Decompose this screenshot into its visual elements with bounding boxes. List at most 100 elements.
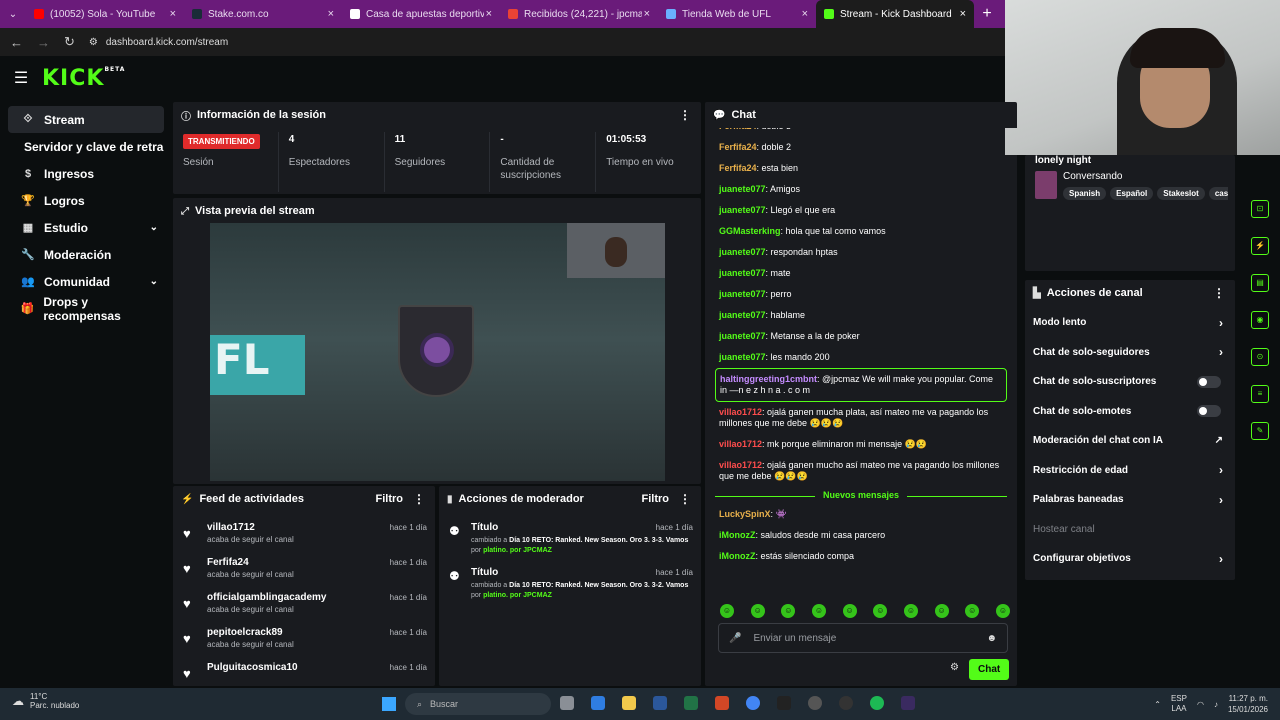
stream-tag[interactable]: Español — [1110, 187, 1154, 200]
chat-message[interactable]: iMonozZ: estás silenciado compa — [715, 546, 1007, 567]
feed-item[interactable]: ♥ Pulguitacosmica10 hace 1 día — [173, 658, 435, 686]
chat-message[interactable]: juanete077: Llegó el que era — [715, 200, 1007, 221]
chat-send-button[interactable]: Chat — [969, 659, 1010, 680]
browser-tab[interactable]: Stream - Kick Dashboard × — [816, 0, 974, 28]
chat-message[interactable]: LuckySpinX: 👾 — [715, 504, 1007, 525]
emote-icon[interactable]: ☺ — [781, 604, 796, 618]
spotify-icon[interactable] — [870, 696, 884, 710]
quick-action-5[interactable]: ⊙ — [1240, 338, 1280, 375]
emote-icon[interactable]: ☺ — [995, 604, 1010, 618]
word-icon[interactable] — [653, 696, 667, 710]
feed-filter-button[interactable]: Filtro — [376, 493, 404, 505]
taskview-icon[interactable] — [560, 696, 574, 710]
chevron-right-icon[interactable]: › — [1219, 463, 1223, 477]
sidebar-item-comunidad[interactable]: 👥 Comunidad ⌄ — [8, 268, 164, 295]
tab-list-dropdown[interactable]: ⌄ — [0, 9, 26, 20]
chat-username[interactable]: juanete077 — [719, 184, 766, 194]
browser-tab[interactable]: Casa de apuestas deportivas - A× — [342, 0, 500, 28]
channel-action-item[interactable]: Chat de solo-emotes — [1025, 397, 1235, 427]
stream-tag[interactable]: Spanish — [1063, 187, 1107, 200]
obs-icon[interactable] — [839, 696, 853, 710]
quick-action-6[interactable]: ≡ — [1240, 375, 1280, 412]
kebab-menu-icon[interactable]: ⋮ — [679, 492, 691, 506]
hamburger-menu-icon[interactable]: ☰ — [0, 68, 42, 88]
site-info-icon[interactable]: ⚙ — [89, 37, 98, 48]
close-tab-icon[interactable]: × — [802, 8, 808, 20]
chat-username[interactable]: haltinggreeting1cmbnt — [720, 374, 817, 384]
excel-icon[interactable] — [684, 696, 698, 710]
sidebar-item-drops[interactable]: 🎁 Drops y recompensas — [8, 295, 164, 323]
channel-action-item[interactable]: Chat de solo-suscriptores — [1025, 367, 1235, 397]
chat-message[interactable]: juanete077: hablame — [715, 305, 1007, 326]
sidebar-item-stream[interactable]: ⟐ Stream — [8, 106, 164, 133]
quick-action-1[interactable]: ⊡ — [1240, 190, 1280, 227]
ufl-app-icon[interactable] — [901, 696, 915, 710]
new-tab-button[interactable]: + — [974, 5, 1000, 23]
tray-chevron-icon[interactable]: ⌃ — [1154, 700, 1161, 709]
chevron-down-icon[interactable]: ⌄ — [150, 276, 158, 287]
chevron-right-icon[interactable]: › — [1219, 493, 1223, 507]
kebab-menu-icon[interactable]: ⋮ — [679, 108, 691, 122]
emote-icon[interactable]: ☺ — [750, 604, 765, 618]
chat-message[interactable]: juanete077: les mando 200 — [715, 347, 1007, 368]
feed-item[interactable]: ♥ officialgamblingacademy acaba de seguir … — [173, 588, 435, 623]
wifi-icon[interactable]: ◠ — [1197, 700, 1204, 709]
emote-icon[interactable]: ☺ — [842, 604, 857, 618]
browser-tab[interactable]: Recibidos (24,221) - jpcmaz77× — [500, 0, 658, 28]
chat-username[interactable]: Ferfifa24 — [719, 163, 757, 173]
microphone-icon[interactable]: 🎤 — [729, 633, 741, 644]
windows-start-icon[interactable] — [382, 697, 396, 711]
chat-message[interactable]: juanete077: perro — [715, 284, 1007, 305]
chrome-icon[interactable] — [746, 696, 760, 710]
chat-username[interactable]: juanete077 — [719, 247, 766, 257]
mod-filter-button[interactable]: Filtro — [642, 493, 670, 505]
quick-action-3[interactable]: ▤ — [1240, 264, 1280, 301]
stream-tag[interactable]: Stakeslot — [1157, 187, 1205, 200]
channel-action-item[interactable]: Moderación del chat con IA ↗ — [1025, 426, 1235, 456]
browser-tab[interactable]: Stake.com.co × — [184, 0, 342, 28]
emote-icon[interactable]: ☺ — [965, 604, 980, 618]
app-icon[interactable] — [808, 696, 822, 710]
channel-action-item[interactable]: Chat de solo-seguidores › — [1025, 338, 1235, 368]
channel-action-item[interactable]: Configurar objetivos › — [1025, 544, 1235, 574]
browser-tab[interactable]: (10052) Sola - YouTube × — [26, 0, 184, 28]
chevron-right-icon[interactable]: › — [1219, 316, 1223, 330]
copilot-icon[interactable] — [591, 696, 605, 710]
stream-tag[interactable]: cas — [1208, 187, 1228, 200]
channel-action-item[interactable]: Palabras baneadas › — [1025, 485, 1235, 515]
chat-username[interactable]: juanete077 — [719, 268, 766, 278]
chevron-right-icon[interactable]: › — [1219, 345, 1223, 359]
close-tab-icon[interactable]: × — [170, 8, 176, 20]
quick-action-2[interactable]: ⚡ — [1240, 227, 1280, 264]
stream-preview-video[interactable]: FL — [210, 223, 665, 481]
chat-username[interactable]: juanete077 — [719, 331, 766, 341]
close-tab-icon[interactable]: × — [486, 8, 492, 20]
volume-icon[interactable]: ♪ — [1214, 700, 1218, 709]
chat-settings-gear-icon[interactable]: ⚙ — [950, 662, 959, 673]
chat-message[interactable]: villao1712: ojalá ganen mucho así mateo … — [715, 455, 1007, 487]
emote-icon[interactable]: ☺ — [934, 604, 949, 618]
quick-action-4[interactable]: ◉ — [1240, 301, 1280, 338]
language-code[interactable]: ESP — [1171, 694, 1187, 704]
channel-action-item[interactable]: Restricción de edad › — [1025, 456, 1235, 486]
powerpoint-icon[interactable] — [715, 696, 729, 710]
clock[interactable]: 11:27 p. m. 15/01/2026 — [1228, 693, 1268, 715]
chat-username[interactable]: GGMasterking — [719, 226, 781, 236]
chat-username[interactable]: Ferfifa24 — [719, 142, 757, 152]
emote-icon[interactable]: ☺ — [903, 604, 918, 618]
sidebar-item-estudio[interactable]: ▦ Estudio ⌄ — [8, 214, 164, 241]
sidebar-item-servidor[interactable]: Servidor y clave de retransm — [8, 133, 164, 160]
kebab-menu-icon[interactable]: ⋮ — [413, 492, 425, 506]
sidebar-item-logros[interactable]: 🏆 Logros — [8, 187, 164, 214]
back-icon[interactable]: ← — [10, 35, 23, 50]
chevron-down-icon[interactable]: ⌄ — [150, 222, 158, 233]
chevron-right-icon[interactable]: › — [1219, 552, 1223, 566]
feed-item[interactable]: ♥ villao1712 acaba de seguir el canal hace … — [173, 518, 435, 553]
sidebar-item-moderación[interactable]: 🔧 Moderación — [8, 241, 164, 268]
chat-message[interactable]: juanete077: respondan hptas — [715, 242, 1007, 263]
toggle-switch[interactable] — [1197, 375, 1221, 388]
chat-input[interactable]: 🎤 Enviar un mensaje ☻ — [718, 623, 1008, 653]
chat-username[interactable]: villao1712 — [719, 439, 762, 449]
toggle-switch[interactable] — [1197, 405, 1221, 418]
feed-item[interactable]: ♥ Ferfifa24 acaba de seguir el canal hace 1… — [173, 553, 435, 588]
